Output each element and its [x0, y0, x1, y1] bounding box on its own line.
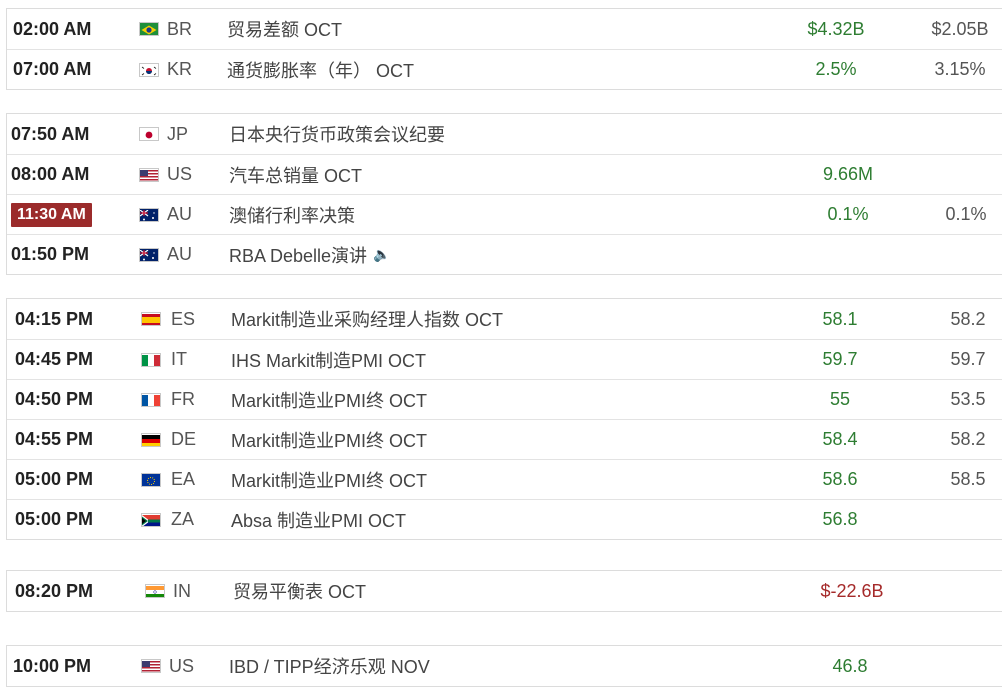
country-code: BR	[167, 18, 193, 39]
event-group: 08:20 PM IN 贸易平衡表 OCT $-22.6B	[6, 570, 1002, 612]
eu-flag-icon	[141, 472, 161, 487]
south-africa-flag-icon	[141, 512, 161, 527]
actual-value: $-22.6B	[820, 580, 884, 601]
event-name[interactable]: 通货膨胀率（年） OCT	[227, 50, 414, 89]
table-row[interactable]: 07:00 AM KR 通货膨胀率（年） OCT 2.5% 3.15%	[7, 49, 1002, 89]
country-code: US	[167, 164, 193, 184]
actual-value: 59.7	[822, 349, 858, 369]
actual-value: 55	[829, 389, 851, 409]
australia-flag-icon	[139, 207, 159, 222]
table-row[interactable]: 04:55 PM DE Markit制造业PMI终 OCT 58.4 58.2	[7, 419, 1002, 459]
event-time: 04:45 PM	[15, 349, 94, 369]
actual-value: 58.6	[822, 469, 858, 489]
japan-flag-icon	[139, 127, 159, 141]
table-row[interactable]: 04:50 PM FR Markit制造业PMI终 OCT 55 53.5	[7, 379, 1002, 419]
previous-value: 58.5	[950, 469, 986, 489]
previous-value: 53.5	[950, 389, 986, 409]
actual-value: 58.4	[822, 429, 858, 449]
event-name[interactable]: 澳储行利率决策	[229, 195, 355, 234]
country-code: AU	[167, 204, 193, 224]
event-time: 07:50 AM	[11, 123, 90, 144]
event-time: 04:50 PM	[15, 389, 94, 409]
south-korea-flag-icon	[139, 62, 159, 77]
event-group: 04:15 PM ES Markit制造业采购经理人指数 OCT 58.1 58…	[6, 298, 1002, 540]
event-name[interactable]: Markit制造业PMI终 OCT	[231, 460, 427, 499]
actual-value: 2.5%	[815, 59, 857, 79]
actual-value: $4.32B	[807, 18, 865, 39]
event-name[interactable]: Markit制造业PMI终 OCT	[231, 420, 427, 459]
usa-flag-icon	[141, 659, 161, 673]
event-name: RBA Debelle演讲	[229, 245, 368, 266]
previous-value: $2.05B	[931, 18, 989, 39]
table-row[interactable]: 10:00 PM US IBD / TIPP经济乐观 NOV 46.8	[7, 646, 1002, 686]
table-row[interactable]: 05:00 PM ZA Absa 制造业PMI OCT 56.8	[7, 499, 1002, 539]
table-row[interactable]: 08:20 PM IN 贸易平衡表 OCT $-22.6B	[7, 571, 1002, 611]
event-name[interactable]: Markit制造业PMI终 OCT	[231, 380, 427, 419]
table-row[interactable]: 07:50 AM JP 日本央行货币政策会议纪要	[7, 114, 1002, 154]
event-name[interactable]: IBD / TIPP经济乐观 NOV	[229, 646, 430, 686]
event-time: 04:15 PM	[15, 308, 94, 329]
event-name[interactable]: 日本央行货币政策会议纪要	[229, 114, 445, 154]
france-flag-icon	[141, 392, 161, 407]
country-code: KR	[167, 59, 193, 79]
previous-value: 58.2	[950, 308, 986, 329]
event-time-highlighted: 11:30 AM	[11, 203, 92, 227]
country-code: ZA	[171, 509, 195, 529]
country-code: US	[169, 655, 195, 676]
table-row[interactable]: 01:50 PM AU RBA Debelle演讲 🔈	[7, 234, 1002, 274]
table-row[interactable]: 05:00 PM EA Markit制造业PMI终 OCT 58.6 58.5	[7, 459, 1002, 499]
event-group: 10:00 PM US IBD / TIPP经济乐观 NOV 46.8	[6, 645, 1002, 687]
table-row[interactable]: 08:00 AM US 汽车总销量 OCT 9.66M	[7, 154, 1002, 194]
event-name[interactable]: 贸易差额 OCT	[227, 9, 342, 49]
actual-value: 58.1	[822, 308, 858, 329]
table-row[interactable]: 11:30 AM AU 澳储行利率决策 0.1% 0.1%	[7, 194, 1002, 234]
brazil-flag-icon	[139, 22, 159, 36]
country-code: IT	[171, 349, 187, 369]
event-name-cell[interactable]: RBA Debelle演讲 🔈	[229, 235, 391, 274]
country-code: AU	[167, 244, 193, 264]
actual-value: 9.66M	[822, 164, 874, 184]
previous-value: 58.2	[950, 429, 986, 449]
event-time: 04:55 PM	[15, 429, 94, 449]
australia-flag-icon	[139, 247, 159, 262]
table-row[interactable]: 04:45 PM IT IHS Markit制造PMI OCT 59.7 59.…	[7, 339, 1002, 379]
italy-flag-icon	[141, 352, 161, 367]
previous-value: 0.1%	[945, 204, 987, 224]
event-time: 01:50 PM	[11, 244, 90, 264]
event-time: 07:00 AM	[13, 59, 92, 79]
germany-flag-icon	[141, 432, 161, 447]
event-name[interactable]: Absa 制造业PMI OCT	[231, 500, 406, 539]
country-code: FR	[171, 389, 195, 409]
speaker-icon[interactable]: 🔈	[373, 246, 390, 263]
event-time: 08:20 PM	[15, 580, 94, 601]
event-group: 02:00 AM BR 贸易差额 OCT $4.32B $2.05B 07:00…	[6, 8, 1002, 90]
actual-value: 46.8	[832, 655, 868, 676]
usa-flag-icon	[139, 167, 159, 182]
table-row[interactable]: 04:15 PM ES Markit制造业采购经理人指数 OCT 58.1 58…	[7, 299, 1002, 339]
event-time: 05:00 PM	[15, 469, 94, 489]
event-name[interactable]: 贸易平衡表 OCT	[233, 571, 366, 611]
previous-value: 59.7	[950, 349, 986, 369]
actual-value: 0.1%	[827, 204, 869, 224]
event-name[interactable]: Markit制造业采购经理人指数 OCT	[231, 299, 503, 339]
event-time: 05:00 PM	[15, 509, 94, 529]
event-group: 07:50 AM JP 日本央行货币政策会议纪要 08:00 AM US 汽车总…	[6, 113, 1002, 275]
actual-value: 56.8	[822, 509, 858, 529]
india-flag-icon	[145, 584, 165, 598]
country-code: DE	[171, 429, 197, 449]
country-code: IN	[173, 580, 191, 601]
event-name[interactable]: IHS Markit制造PMI OCT	[231, 340, 426, 379]
event-time: 02:00 AM	[13, 18, 92, 39]
spain-flag-icon	[141, 312, 161, 326]
event-time: 10:00 PM	[13, 655, 92, 676]
event-name[interactable]: 汽车总销量 OCT	[229, 155, 362, 194]
country-code: JP	[167, 123, 189, 144]
country-code: ES	[171, 308, 196, 329]
event-time: 08:00 AM	[11, 164, 90, 184]
table-row[interactable]: 02:00 AM BR 贸易差额 OCT $4.32B $2.05B	[7, 9, 1002, 49]
country-code: EA	[171, 469, 196, 489]
previous-value: 3.15%	[934, 59, 986, 79]
